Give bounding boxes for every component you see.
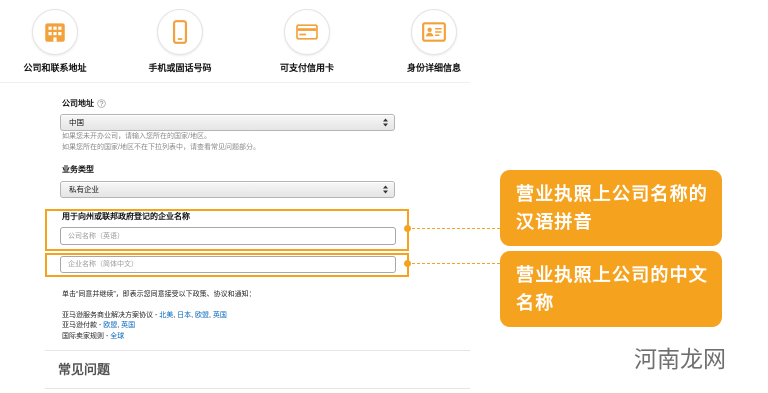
annotation-dot (404, 225, 411, 232)
select-arrows-icon (382, 118, 389, 127)
company-name-chinese-input[interactable] (60, 256, 396, 273)
callout-chinese-name: 营业执照上公司的中文 名称 (500, 251, 722, 327)
agreement-name: 亚马逊服务商业解决方案协议 - (62, 312, 160, 319)
step-phone: 手机或固话号码 (135, 8, 225, 78)
step-company-address: 公司和联系地址 (10, 8, 100, 78)
step-label: 身份详细信息 (406, 63, 461, 73)
help-icon[interactable] (97, 99, 106, 108)
business-type-select[interactable]: 私有企业 (60, 181, 395, 198)
agreement-item: 亚马逊付款 - 欧盟, 英国 (62, 322, 135, 330)
agreement-name: 亚马逊付款 - (62, 322, 104, 329)
callout-english-name: 营业执照上公司名称的 汉语拼音 (500, 170, 722, 246)
step-label: 公司和联系地址 (23, 63, 87, 73)
step-credit-card: 可支付信用卡 (262, 8, 352, 78)
faq-divider-top (45, 350, 470, 351)
annotation-connector (412, 228, 500, 229)
step-label: 可支付信用卡 (279, 63, 334, 73)
annotation-dot (404, 260, 411, 267)
country-select-value: 中国 (69, 118, 84, 127)
building-icon (32, 9, 78, 55)
link-north-america[interactable]: 北美 (159, 312, 173, 319)
step-label: 手机或固话号码 (148, 63, 212, 73)
link-eu[interactable]: 欧盟 (195, 312, 209, 319)
country-select[interactable]: 中国 (60, 114, 395, 131)
faq-divider-bottom (45, 388, 470, 389)
business-name-label: 用于向州或联邦政府登记的企业名称 (62, 212, 190, 221)
agreement-name: 国际卖家规则 - (62, 333, 111, 340)
callout-text: 营业执照上公司的中文 (516, 265, 708, 285)
agreement-item: 亚马逊服务商业解决方案协议 - 北美, 日本, 欧盟, 英国 (62, 312, 227, 320)
callout-text: 名称 (516, 293, 555, 313)
agreement-intro: 单击“同意并继续”，即表示您同意接受以下政策、协议和通知： (62, 291, 256, 298)
step-identity: 身份详细信息 (389, 8, 479, 78)
agreement-item: 国际卖家规则 - 全球 (62, 333, 124, 341)
company-name-english-input[interactable] (60, 227, 396, 245)
link-global[interactable]: 全球 (110, 333, 124, 340)
watermark: 河南龙网 (634, 346, 726, 372)
callout-text: 营业执照上公司名称的 (516, 184, 708, 204)
business-type-select-value: 私有企业 (69, 185, 99, 194)
link-uk[interactable]: 英国 (213, 312, 227, 319)
link-eu[interactable]: 欧盟 (103, 322, 117, 329)
callout-text: 汉语拼音 (516, 212, 593, 232)
select-arrows-icon (382, 185, 389, 194)
help-text: 如果您所在的国家/地区不在下拉列表中，请查看常见问题部分。 (62, 144, 260, 151)
steps-divider (0, 82, 470, 83)
company-address-label: 公司地址 (62, 99, 94, 108)
id-card-icon (411, 9, 457, 55)
annotation-connector (412, 263, 500, 264)
credit-card-icon (284, 9, 330, 55)
link-japan[interactable]: 日本 (177, 312, 191, 319)
business-type-label: 业务类型 (62, 165, 94, 174)
phone-icon (157, 9, 203, 55)
link-uk[interactable]: 英国 (121, 322, 135, 329)
help-text: 如果您未开办公司，请输入您所在的国家/地区。 (62, 133, 211, 140)
faq-title[interactable]: 常见问题 (58, 363, 110, 377)
